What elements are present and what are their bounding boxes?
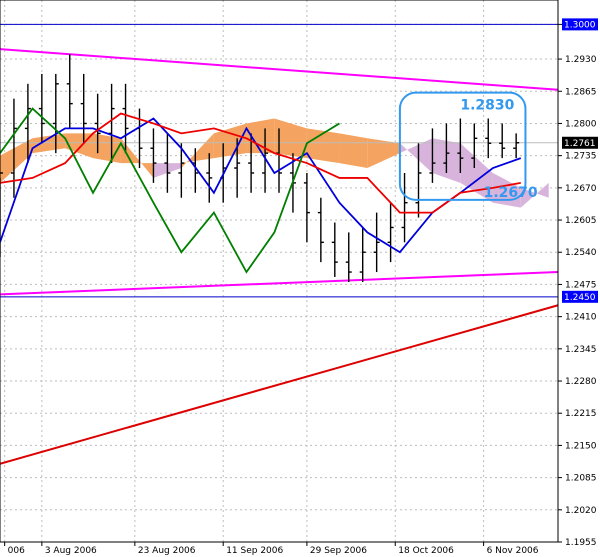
price-bar: [499, 123, 506, 159]
y-tick-label: 1.2735: [565, 152, 597, 162]
price-bar: [513, 133, 520, 159]
price-label: 1.2450: [564, 293, 596, 303]
x-tick-label: 18 Oct 2006: [398, 546, 454, 556]
x-tick-label: 006: [8, 546, 25, 556]
x-tick-label: 11 Sep 2006: [226, 546, 283, 556]
trendline-lower: [0, 271, 559, 296]
y-tick-label: 1.2865: [565, 87, 597, 97]
price-bar: [80, 73, 87, 144]
y-tick-label: 1.2540: [565, 248, 597, 258]
price-bar: [317, 197, 324, 263]
y-tick-label: 1.2800: [565, 119, 597, 129]
y-tick-label: 1.2410: [565, 313, 597, 323]
y-tick-label: 1.2475: [565, 280, 597, 290]
cloud-segment: [339, 133, 368, 169]
price-bar: [345, 232, 352, 282]
y-tick-label: 1.2345: [565, 345, 597, 355]
y-tick-label: 1.2020: [565, 506, 597, 516]
cloud-segment: [213, 123, 247, 159]
y-tick-label: 1.2280: [565, 377, 597, 387]
x-tick-label: 6 Nov 2006: [487, 546, 539, 556]
x-tick-label: 23 Aug 2006: [138, 546, 196, 556]
price-annotation: 1.2830: [460, 98, 514, 114]
y-tick-label: 1.1955: [565, 538, 597, 548]
price-annotation: 1.2670: [484, 185, 538, 201]
chart-canvas: 1.2830 1.2670 1.3000 1.2930 1.2865 1.2800 1.2…: [0, 0, 598, 556]
y-tick-label: 1.2150: [565, 441, 597, 451]
price-bar: [206, 153, 213, 203]
price-bar: [38, 73, 45, 144]
trendline-support: [0, 304, 559, 465]
price-bar: [373, 212, 380, 273]
y-tick-label: 1.2605: [565, 216, 597, 226]
price-bar: [387, 202, 394, 263]
price-label: 1.3000: [564, 20, 596, 30]
y-tick-label: 1.2215: [565, 409, 597, 419]
x-tick-label: 3 Aug 2006: [45, 546, 97, 556]
price-bar: [359, 227, 366, 282]
price-bar: [303, 172, 310, 243]
cloud-segment: [399, 138, 433, 173]
y-tick-label: 1.2670: [565, 184, 597, 194]
price-label: 1.2761: [564, 139, 596, 149]
y-tick-label: 1.2085: [565, 474, 597, 484]
axes: 1.3000 1.2930 1.2865 1.2800 1.2735 1.2670 1.26…: [0, 0, 598, 556]
y-tick-label: 1.2930: [565, 55, 597, 65]
ichimoku-cloud: [0, 118, 549, 208]
price-bar: [401, 172, 408, 243]
price-bar: [485, 118, 492, 159]
x-tick-label: 29 Sep 2006: [310, 546, 367, 556]
price-bar: [331, 222, 338, 277]
